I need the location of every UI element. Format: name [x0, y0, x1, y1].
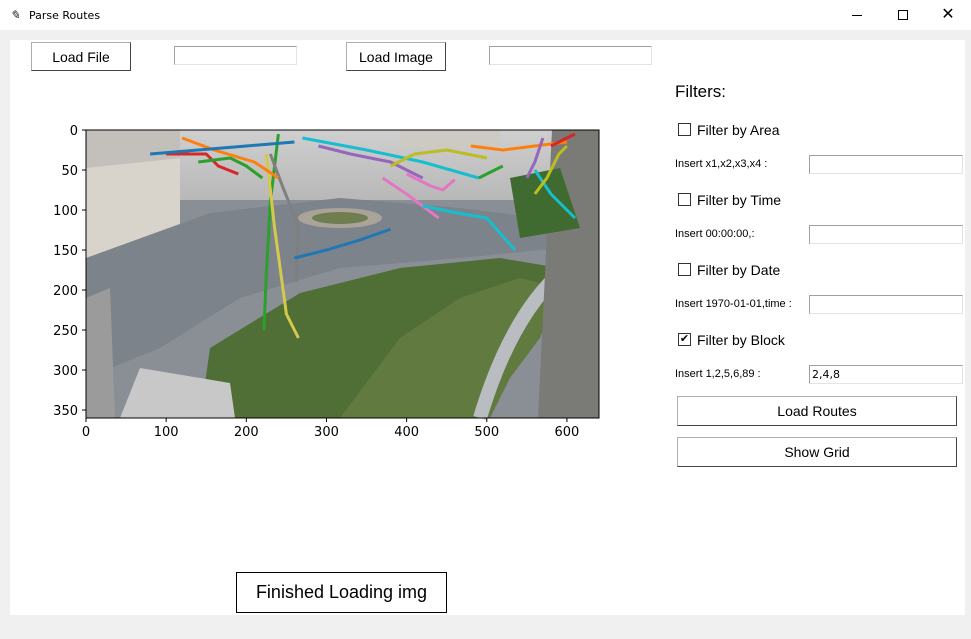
x-axis: 0 100 200 300 400 500 600 — [82, 418, 579, 440]
y-tick-label: 50 — [61, 164, 78, 179]
filter-block-checkbox[interactable]: ✔ — [678, 333, 691, 346]
x-tick-label: 200 — [234, 425, 259, 440]
area-input-label: Insert x1,x2,x3,x4 : — [675, 158, 768, 170]
y-tick-label: 250 — [53, 324, 78, 339]
x-tick-label: 100 — [154, 425, 179, 440]
block-input[interactable]: 2,4,8 — [809, 365, 963, 384]
status-label: Finished Loading img — [236, 572, 447, 613]
close-icon: ✕ — [941, 6, 955, 23]
title-bar: ✎ Parse Routes ✕ — [0, 0, 971, 30]
block-input-label: Insert 1,2,5,6,89 : — [675, 368, 761, 380]
y-axis: 0 50 100 150 200 250 300 350 — [53, 124, 86, 419]
image-path-field[interactable] — [489, 46, 652, 65]
time-input-label: Insert 00:00:00,: — [675, 228, 755, 240]
minimize-button[interactable] — [834, 0, 880, 30]
date-input-label: Insert 1970-01-01,time : — [675, 298, 792, 310]
y-tick-label: 350 — [53, 404, 78, 419]
maximize-icon — [898, 10, 908, 20]
camera-photo — [86, 130, 599, 421]
close-button[interactable]: ✕ — [925, 0, 971, 30]
load-image-button[interactable]: Load Image — [346, 42, 446, 71]
checkmark-icon: ✔ — [679, 333, 690, 345]
y-tick-label: 300 — [53, 364, 78, 379]
filter-time-label: Filter by Time — [697, 192, 782, 208]
filter-area-label: Filter by Area — [697, 122, 780, 138]
load-routes-button[interactable]: Load Routes — [677, 396, 957, 426]
x-tick-label: 0 — [82, 425, 90, 440]
x-tick-label: 500 — [474, 425, 499, 440]
filter-date-label: Filter by Date — [697, 262, 781, 278]
minimize-icon — [852, 14, 862, 16]
load-file-button[interactable]: Load File — [31, 42, 131, 71]
filter-date-checkbox[interactable] — [678, 263, 691, 276]
maximize-button[interactable] — [880, 0, 926, 30]
show-grid-button[interactable]: Show Grid — [677, 437, 957, 467]
x-tick-label: 600 — [555, 425, 580, 440]
file-path-field[interactable] — [174, 46, 297, 65]
x-tick-label: 300 — [314, 425, 339, 440]
y-tick-label: 100 — [53, 204, 78, 219]
feather-icon: ✎ — [10, 8, 21, 22]
filter-block-label: Filter by Block — [697, 332, 785, 348]
route-plot: 0 100 200 300 400 500 600 0 50 100 150 200 250 300 35… — [53, 124, 600, 440]
filter-time-checkbox[interactable] — [678, 193, 691, 206]
area-input[interactable] — [809, 155, 963, 174]
filters-heading: Filters: — [675, 82, 726, 101]
y-tick-label: 200 — [53, 284, 78, 299]
date-input[interactable] — [809, 295, 963, 314]
x-tick-label: 400 — [394, 425, 419, 440]
y-tick-label: 0 — [70, 124, 78, 139]
y-tick-label: 150 — [53, 244, 78, 259]
window-title: Parse Routes — [29, 9, 101, 22]
time-input[interactable] — [809, 225, 963, 244]
filter-area-checkbox[interactable] — [678, 123, 691, 136]
